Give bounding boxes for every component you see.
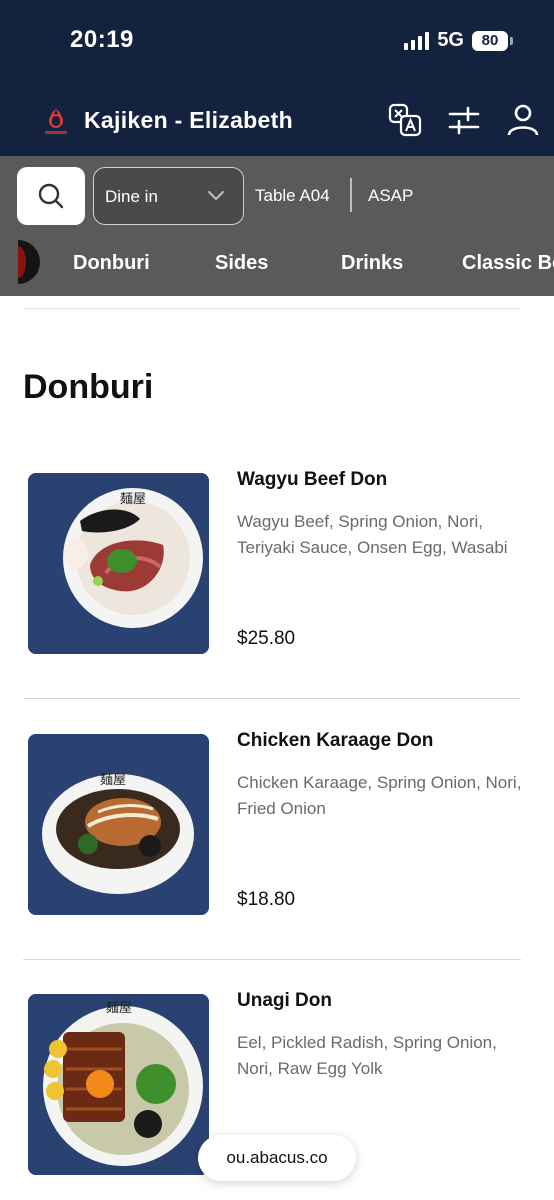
chevron-down-icon (208, 191, 224, 201)
item-name: Chicken Karaage Don (237, 730, 434, 751)
divider (23, 308, 521, 309)
order-type-select[interactable]: Dine in (93, 167, 244, 225)
tab-donburi[interactable]: Donburi (73, 252, 150, 275)
item-price: $18.80 (237, 889, 296, 910)
battery-level: 80 (481, 32, 499, 49)
status-bar: 20:19 5G 80 (0, 0, 554, 82)
item-name: Wagyu Beef Don (237, 469, 388, 490)
filter-icon[interactable] (446, 102, 482, 138)
search-icon (38, 183, 64, 209)
item-name: Unagi Don (237, 990, 332, 1011)
timing-label[interactable]: ASAP (368, 186, 413, 206)
tab-sides[interactable]: Sides (215, 252, 268, 275)
tab-drinks[interactable]: Drinks (341, 252, 403, 275)
svg-text:麺屋: 麺屋 (106, 1001, 132, 1016)
menu-content[interactable]: Donburi 麺屋 Wagyu Beef Don Wagyu Beef, Sp… (0, 296, 554, 1200)
menu-item[interactable]: 麺屋 Wagyu Beef Don Wagyu Beef, Spring Oni… (0, 469, 554, 733)
store-logo-icon[interactable] (43, 106, 69, 136)
filter-bar: Dine in Table A04 ASAP Donburi Sides Dri… (0, 156, 554, 296)
svg-text:麺屋: 麺屋 (100, 773, 126, 788)
battery-icon: 80 (472, 30, 513, 51)
status-indicators: 5G 80 (404, 29, 513, 52)
tab-classic-bowls[interactable]: Classic Bo (462, 252, 554, 275)
divider (23, 959, 521, 960)
browser-url-pill[interactable]: ou.abacus.co (198, 1135, 356, 1181)
divider (350, 178, 352, 212)
table-label[interactable]: Table A04 (255, 186, 330, 206)
signal-icon (404, 31, 430, 50)
divider (23, 698, 521, 699)
network-label: 5G (437, 29, 464, 51)
item-image[interactable]: 麺屋 (28, 734, 209, 915)
order-type-label: Dine in (105, 187, 158, 206)
status-time: 20:19 (70, 26, 134, 53)
item-price: $25.80 (237, 628, 296, 649)
translate-icon[interactable] (387, 102, 423, 138)
item-description: Chicken Karaage, Spring Onion, Nori, Fri… (237, 773, 522, 818)
category-scroll-thumb[interactable] (18, 240, 40, 284)
app-header: Kajiken - Elizabeth (0, 82, 554, 156)
menu-item[interactable]: 麺屋 Chicken Karaage Don Chicken Karaage, … (0, 730, 554, 994)
item-description: Eel, Pickled Radish, Spring Onion, Nori,… (237, 1033, 497, 1078)
item-image[interactable]: 麺屋 (28, 994, 209, 1175)
account-icon[interactable] (505, 102, 541, 138)
store-name: Kajiken - Elizabeth (84, 107, 293, 133)
item-image[interactable]: 麺屋 (28, 473, 209, 654)
item-description: Wagyu Beef, Spring Onion, Nori, Teriyaki… (237, 512, 508, 557)
section-title: Donburi (23, 368, 154, 406)
search-button[interactable] (17, 167, 85, 225)
svg-text:麺屋: 麺屋 (120, 492, 146, 507)
